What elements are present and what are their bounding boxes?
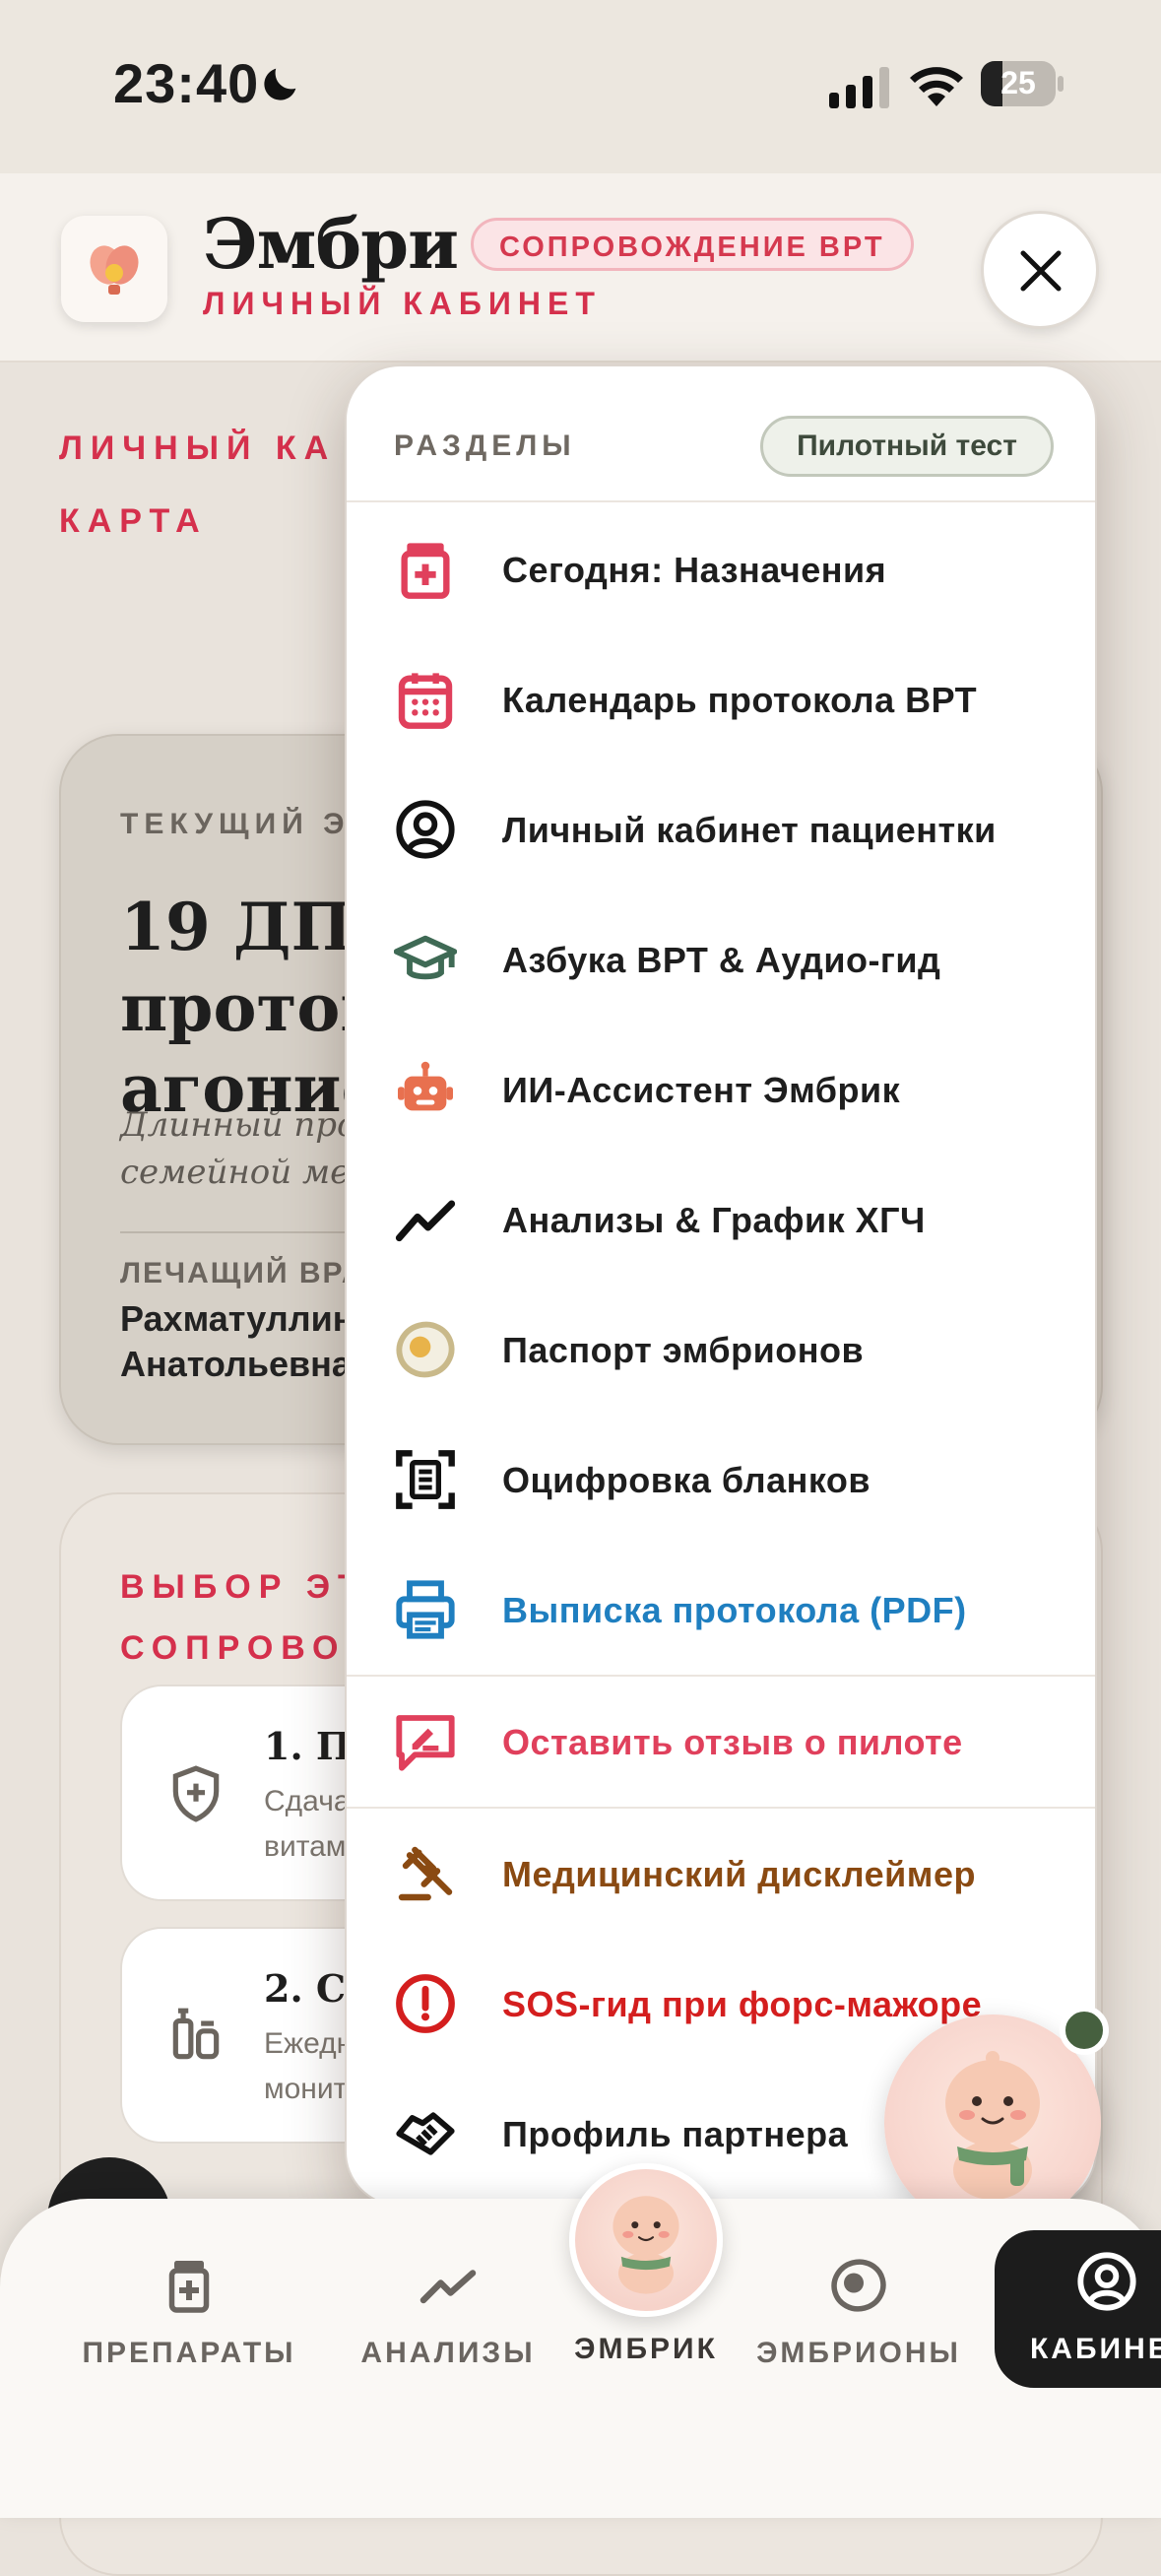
close-menu-button[interactable] bbox=[981, 211, 1099, 329]
nav-label: АНАЛИЗЫ bbox=[360, 2337, 536, 2369]
menu-item-label: ИИ-Ассистент Эмбрик bbox=[502, 1070, 901, 1110]
pilot-test-badge: Пилотный тест bbox=[760, 416, 1054, 477]
handshake-icon bbox=[396, 2112, 455, 2155]
medkit-icon bbox=[401, 543, 450, 599]
menu-item-medical-disclaimer[interactable]: Медицинский дисклеймер bbox=[347, 1809, 1095, 1939]
breadcrumb-card[interactable]: КАРТА bbox=[59, 502, 208, 541]
embryo-icon bbox=[831, 2259, 886, 2312]
battery-level: 25 bbox=[1000, 65, 1036, 100]
trend-chart-icon bbox=[395, 1200, 456, 1242]
nav-embrik[interactable] bbox=[569, 2163, 723, 2317]
calendar-icon bbox=[398, 673, 453, 729]
online-status-dot bbox=[1060, 2006, 1109, 2055]
header-subtitle: ЛИЧНЫЙ КАБИНЕТ bbox=[203, 286, 602, 321]
embryo-logo-icon bbox=[90, 245, 139, 295]
user-circle-icon bbox=[396, 800, 455, 859]
menu-item-protocol-pdf[interactable]: Выписка протокола (PDF) bbox=[347, 1545, 1095, 1675]
menu-item-label: Календарь протокола ВРТ bbox=[502, 680, 978, 720]
gavel-icon bbox=[398, 1846, 453, 1901]
graduation-cap-icon bbox=[394, 935, 457, 980]
menu-item-label: Паспорт эмбрионов bbox=[502, 1330, 865, 1370]
menu-item-label: Азбука ВРТ & Аудио-гид bbox=[502, 940, 941, 980]
sections-menu: РАЗДЕЛЫ Пилотный тест Сегодня: Назначени… bbox=[345, 364, 1097, 2207]
nav-tests[interactable]: АНАЛИЗЫ bbox=[330, 2256, 566, 2374]
menu-divider bbox=[347, 500, 1095, 502]
menu-item-abc-audio-guide[interactable]: Азбука ВРТ & Аудио-гид bbox=[347, 894, 1095, 1024]
printer-icon bbox=[396, 1580, 455, 1639]
scan-document-icon bbox=[396, 1450, 455, 1509]
menu-item-label: Анализы & График ХГЧ bbox=[502, 1200, 926, 1240]
mascot-icon bbox=[945, 2051, 1040, 2200]
service-badge: СОПРОВОЖДЕНИЕ ВРТ bbox=[471, 218, 914, 271]
menu-item-digitize-forms[interactable]: Оцифровка бланков bbox=[347, 1415, 1095, 1545]
nav-medications[interactable]: ПРЕПАРАТЫ bbox=[71, 2256, 307, 2374]
trend-chart-icon bbox=[419, 2270, 477, 2304]
current-stage-label: ТЕКУЩИЙ ЭТ bbox=[120, 808, 374, 840]
menu-item-label: Личный кабинет пациентки bbox=[502, 810, 997, 850]
embryo-icon bbox=[396, 1321, 455, 1378]
menu-item-label: Оцифровка бланков bbox=[502, 1460, 871, 1500]
feedback-icon bbox=[396, 1715, 455, 1771]
nav-label: ЭМБРИК bbox=[574, 2333, 718, 2365]
brand-name: Эмбри bbox=[203, 203, 459, 285]
menu-item-today[interactable]: Сегодня: Назначения bbox=[347, 504, 1095, 634]
breadcrumb-cabinet[interactable]: ЛИЧНЫЙ КА bbox=[59, 429, 336, 468]
user-circle-icon bbox=[1077, 2252, 1136, 2311]
mascot-icon bbox=[613, 2196, 679, 2294]
moon-icon bbox=[264, 68, 296, 100]
menu-heading: РАЗДЕЛЫ bbox=[394, 429, 576, 462]
nav-embryos[interactable]: ЭМБРИОНЫ bbox=[741, 2256, 977, 2374]
menu-item-label: Сегодня: Назначения bbox=[502, 550, 887, 590]
close-icon bbox=[1020, 250, 1062, 292]
medkit-icon bbox=[168, 2261, 210, 2313]
alert-circle-icon bbox=[396, 1974, 455, 2033]
nav-label: КАБИНЕТ bbox=[1030, 2333, 1161, 2365]
menu-item-calendar[interactable]: Календарь протокола ВРТ bbox=[347, 634, 1095, 764]
nav-label: ЭМБРИОНЫ bbox=[756, 2337, 961, 2369]
menu-item-patient-cabinet[interactable]: Личный кабинет пациентки bbox=[347, 764, 1095, 894]
menu-item-tests-hcg[interactable]: Анализы & График ХГЧ bbox=[347, 1155, 1095, 1285]
robot-icon bbox=[398, 1061, 453, 1111]
menu-item-label: Медицинский дисклеймер bbox=[502, 1854, 976, 1894]
shield-icon bbox=[172, 1765, 220, 1822]
menu-item-label: Выписка протокола (PDF) bbox=[502, 1590, 967, 1630]
menu-item-label: SOS-гид при форс-мажоре bbox=[502, 1984, 983, 2024]
menu-item-embryo-passport[interactable]: Паспорт эмбрионов bbox=[347, 1285, 1095, 1415]
wifi-icon bbox=[910, 67, 963, 106]
menu-item-label: Оставить отзыв о пилоте bbox=[502, 1722, 963, 1762]
nav-label: ПРЕПАРАТЫ bbox=[82, 2337, 296, 2369]
menu-item-ai-assistant[interactable]: ИИ-Ассистент Эмбрик bbox=[347, 1024, 1095, 1155]
status-time: 23:40 bbox=[113, 52, 260, 114]
battery-indicator: 25 bbox=[981, 61, 1064, 106]
syringe-icon bbox=[172, 2008, 220, 2060]
cellular-signal-icon bbox=[829, 67, 889, 108]
menu-item-pilot-feedback[interactable]: Оставить отзыв о пилоте bbox=[347, 1677, 1095, 1807]
app-logo[interactable] bbox=[61, 216, 167, 322]
menu-item-label: Профиль партнера bbox=[502, 2114, 849, 2154]
